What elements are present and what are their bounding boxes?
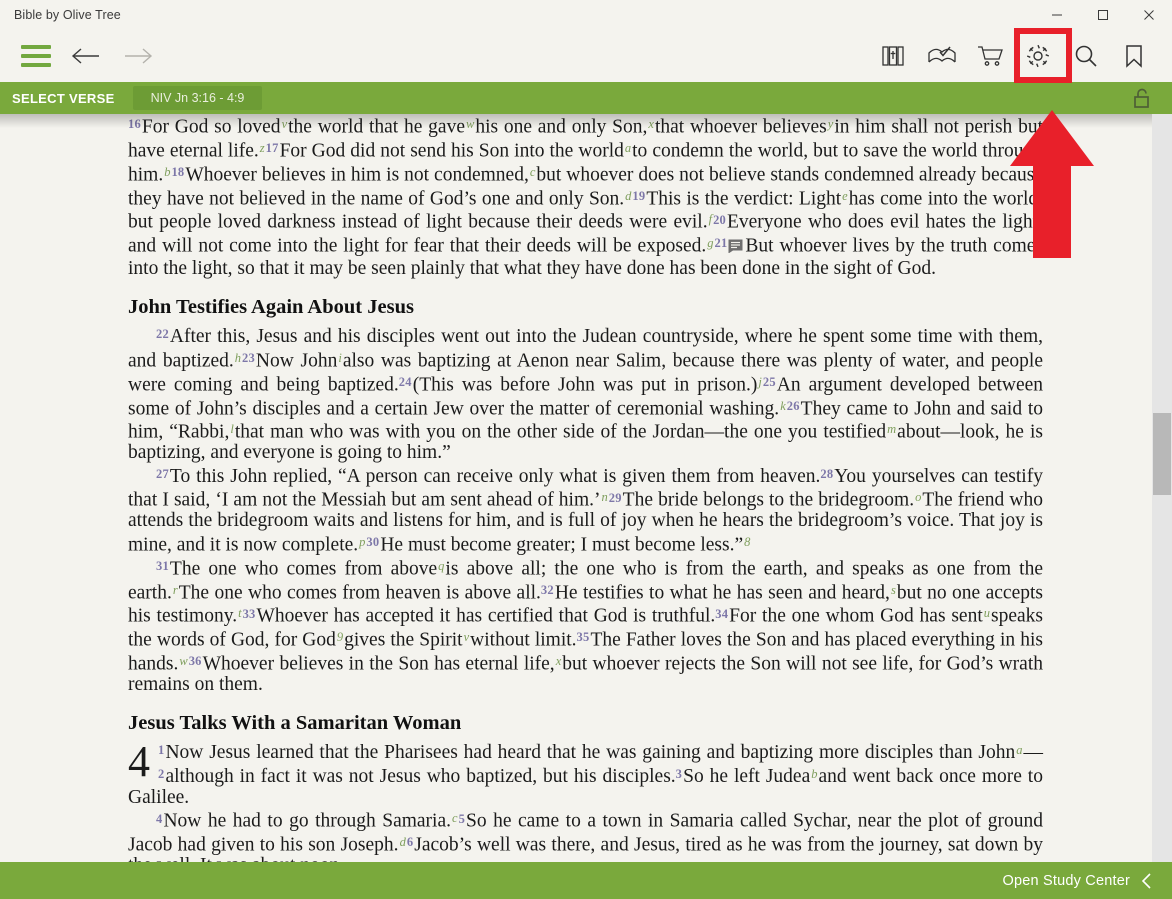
section-heading: John Testifies Again About Jesus (128, 295, 414, 318)
open-study-center-label[interactable]: Open Study Center (1002, 873, 1130, 889)
scripture-paragraph[interactable]: 31The one who comes from aboveqis above … (128, 556, 1043, 696)
library-icon[interactable] (870, 34, 918, 78)
select-verse-bar: SELECT VERSE NIV Jn 3:16 - 4:9 (0, 82, 1172, 114)
store-cart-icon[interactable] (966, 34, 1014, 78)
scripture-paragraph[interactable]: 22After this, Jesus and his disciples we… (128, 324, 1043, 464)
forward-arrow-icon[interactable] (112, 36, 164, 76)
bottom-status-bar: Open Study Center (0, 862, 1172, 899)
scripture-text: 16For God so lovedvthe world that he gav… (128, 114, 1043, 862)
chapter-number: 4 (128, 737, 150, 787)
red-highlight-box (1014, 28, 1072, 83)
verse-reference-chip[interactable]: NIV Jn 3:16 - 4:9 (132, 86, 263, 110)
back-arrow-icon[interactable] (60, 36, 112, 76)
scripture-paragraph[interactable]: 4Now he had to go through Samaria.c5So h… (128, 808, 1043, 862)
maximize-icon[interactable] (1080, 0, 1126, 30)
window-controls (1034, 0, 1172, 30)
red-up-arrow (1010, 110, 1094, 258)
close-icon[interactable] (1126, 0, 1172, 30)
study-notes-icon[interactable] (918, 34, 966, 78)
note-marker-icon[interactable] (728, 238, 743, 259)
section-heading: Jesus Talks With a Samaritan Woman (128, 711, 462, 734)
vertical-scrollbar[interactable] (1152, 114, 1172, 862)
scripture-paragraph[interactable]: 27To this John replied, “A person can re… (128, 464, 1043, 556)
scripture-paragraph[interactable]: 4 1Now Jesus learned that the Pharisees h… (128, 740, 1043, 808)
minimize-icon[interactable] (1034, 0, 1080, 30)
hamburger-menu-icon[interactable] (12, 36, 60, 76)
bookmark-icon[interactable] (1110, 34, 1158, 78)
bible-app-window: Bible by Olive Tree SELECT VERSE NIV Jn … (0, 0, 1172, 899)
scripture-reading-pane[interactable]: 16For God so lovedvthe world that he gav… (0, 114, 1152, 862)
window-title: Bible by Olive Tree (14, 8, 121, 22)
main-toolbar (0, 30, 1172, 82)
window-title-bar: Bible by Olive Tree (0, 0, 1172, 30)
chevron-left-icon[interactable] (1140, 871, 1154, 891)
scripture-paragraph[interactable]: 16For God so lovedvthe world that he gav… (128, 114, 1043, 280)
scrollbar-thumb[interactable] (1153, 413, 1171, 496)
unlocked-padlock-icon[interactable] (1132, 88, 1152, 115)
select-verse-label: SELECT VERSE (12, 90, 115, 106)
